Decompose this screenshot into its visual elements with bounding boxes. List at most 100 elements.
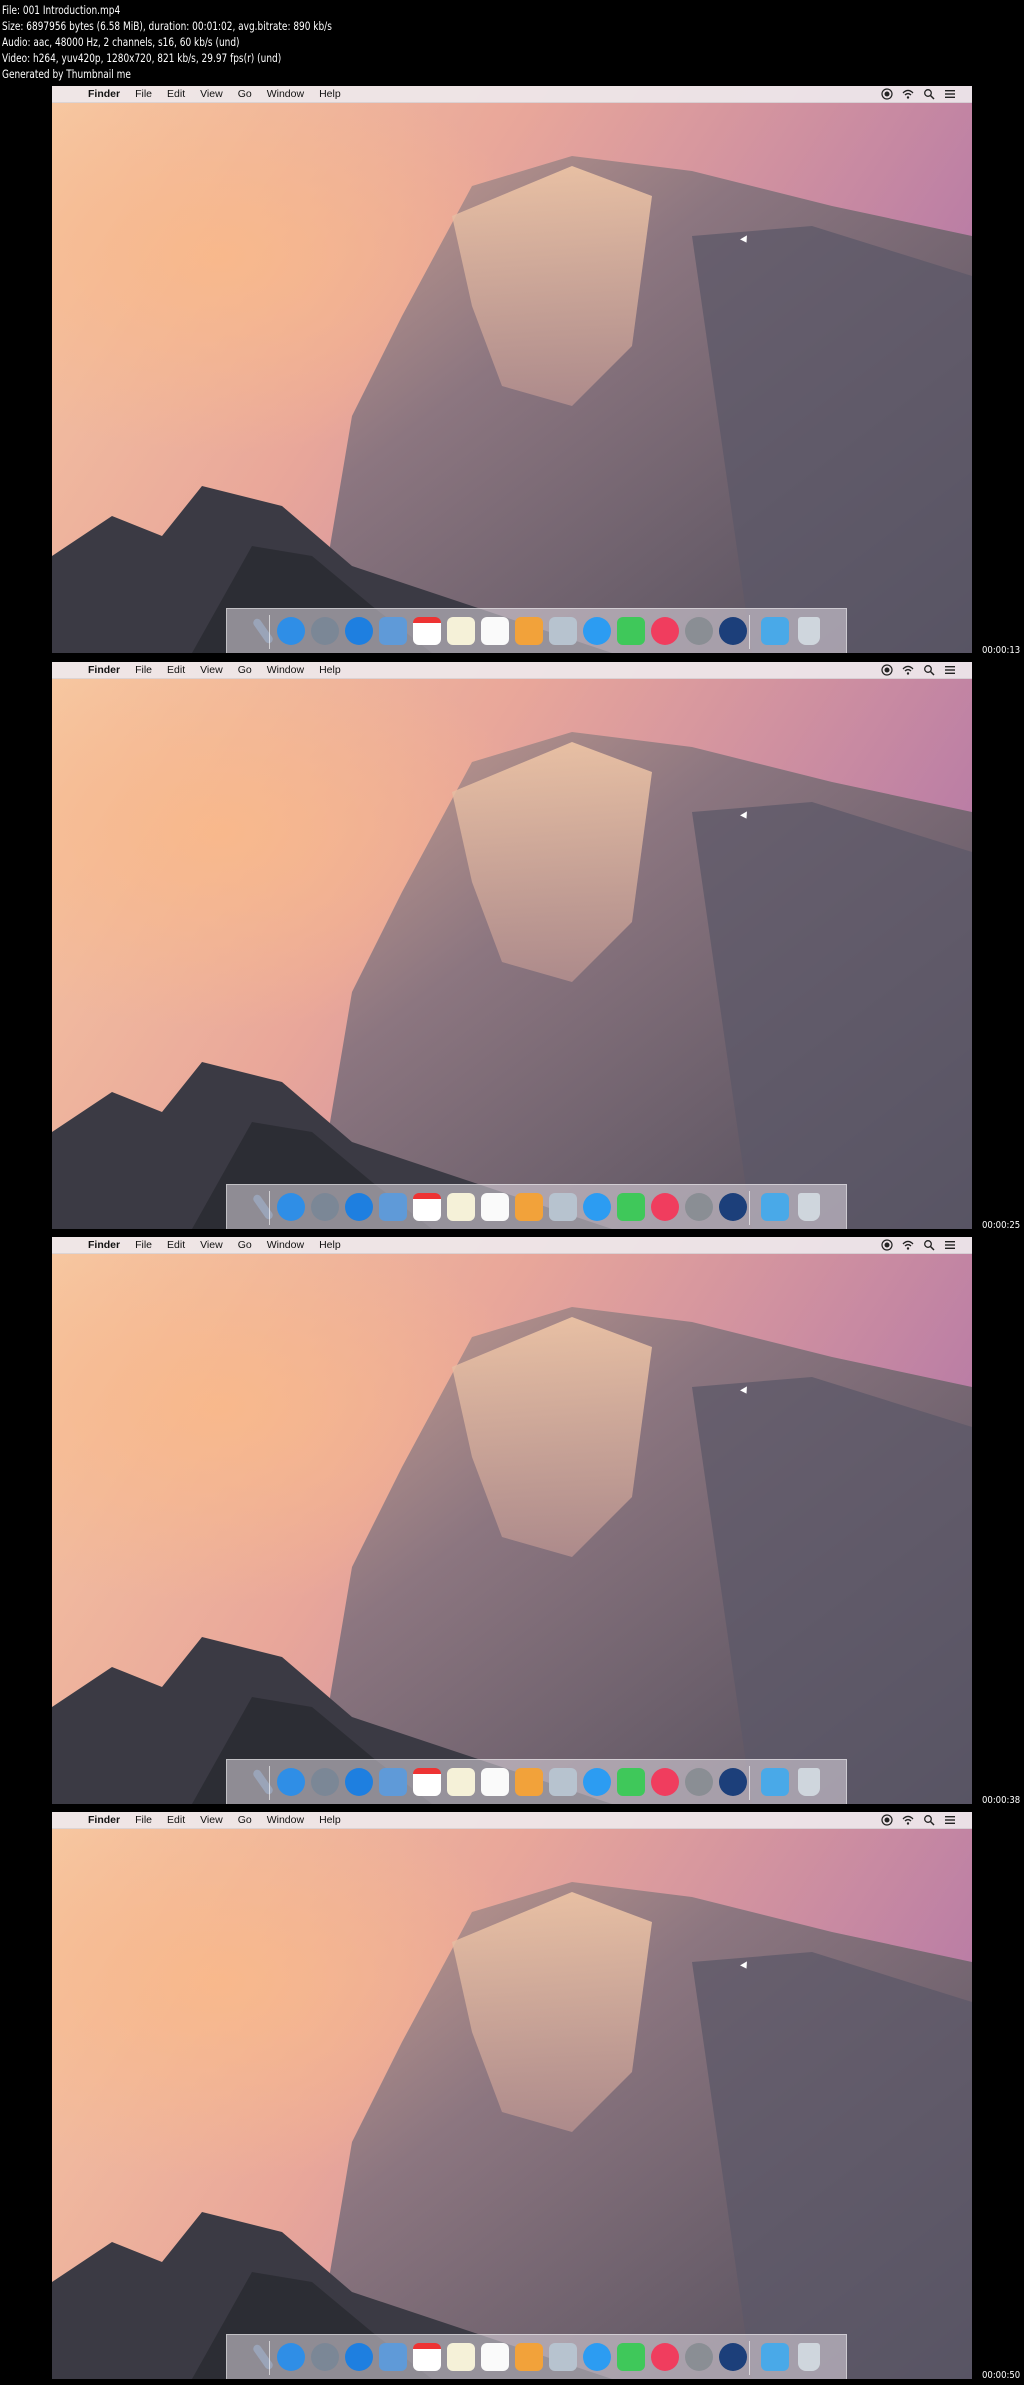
wifi-icon[interactable] <box>902 1814 914 1826</box>
spotlight-search-icon[interactable] <box>923 1814 935 1826</box>
record-icon[interactable] <box>881 88 893 100</box>
dock-itunes-icon[interactable] <box>651 1193 679 1221</box>
dock-utilities-icon[interactable] <box>251 2343 275 2371</box>
wifi-icon[interactable] <box>902 1239 914 1251</box>
dock-trash-icon[interactable] <box>798 2343 820 2371</box>
menu-item-window[interactable]: Window <box>267 1239 304 1251</box>
dock-mail-icon[interactable] <box>379 2343 407 2371</box>
menu-item-window[interactable]: Window <box>267 664 304 676</box>
dock-facetime-icon[interactable] <box>617 1768 645 1796</box>
dock-trash-icon[interactable] <box>798 617 820 645</box>
dock-messages-icon[interactable] <box>583 617 611 645</box>
menu-item-finder[interactable]: Finder <box>88 88 120 100</box>
dock-sketch-icon[interactable] <box>515 1193 543 1221</box>
dock-notes-icon[interactable] <box>447 617 475 645</box>
dock-reminders-icon[interactable] <box>481 2343 509 2371</box>
menu-item-help[interactable]: Help <box>319 664 341 676</box>
menu-item-edit[interactable]: Edit <box>167 664 185 676</box>
dock-trash-icon[interactable] <box>798 1193 820 1221</box>
dock-utilities-icon[interactable] <box>251 1768 275 1796</box>
menu-item-edit[interactable]: Edit <box>167 1814 185 1826</box>
dock-notes-icon[interactable] <box>447 1768 475 1796</box>
menu-item-help[interactable]: Help <box>319 1239 341 1251</box>
dock-launchpad-icon[interactable] <box>311 2343 339 2371</box>
menu-item-finder[interactable]: Finder <box>88 1814 120 1826</box>
dock-mail-icon[interactable] <box>379 1768 407 1796</box>
menu-item-go[interactable]: Go <box>238 1239 252 1251</box>
menu-item-view[interactable]: View <box>200 88 223 100</box>
dock-sketch-icon[interactable] <box>515 2343 543 2371</box>
dock-reminders-icon[interactable] <box>481 1193 509 1221</box>
dock-downloads-folder-icon[interactable] <box>761 1193 789 1221</box>
dock-preview-icon[interactable] <box>549 1768 577 1796</box>
dock-messages-icon[interactable] <box>583 1193 611 1221</box>
dock-system-preferences-icon[interactable] <box>685 617 713 645</box>
dock-reminders-icon[interactable] <box>481 617 509 645</box>
dock-safari-icon[interactable] <box>345 2343 373 2371</box>
notification-center-icon[interactable] <box>944 1239 956 1251</box>
menu-item-go[interactable]: Go <box>238 664 252 676</box>
record-icon[interactable] <box>881 1814 893 1826</box>
dock-launchpad-icon[interactable] <box>311 1193 339 1221</box>
notification-center-icon[interactable] <box>944 664 956 676</box>
spotlight-search-icon[interactable] <box>923 1239 935 1251</box>
dock-safari-icon[interactable] <box>345 1768 373 1796</box>
dock-quicktime-icon[interactable] <box>719 1768 747 1796</box>
dock-downloads-folder-icon[interactable] <box>761 2343 789 2371</box>
menu-item-finder[interactable]: Finder <box>88 664 120 676</box>
record-icon[interactable] <box>881 664 893 676</box>
dock-system-preferences-icon[interactable] <box>685 1768 713 1796</box>
dock-itunes-icon[interactable] <box>651 1768 679 1796</box>
dock-finder-icon[interactable] <box>277 617 305 645</box>
dock-messages-icon[interactable] <box>583 1768 611 1796</box>
menu-item-go[interactable]: Go <box>238 88 252 100</box>
dock-mail-icon[interactable] <box>379 617 407 645</box>
dock-downloads-folder-icon[interactable] <box>761 1768 789 1796</box>
dock-downloads-folder-icon[interactable] <box>761 617 789 645</box>
dock-quicktime-icon[interactable] <box>719 617 747 645</box>
dock-calendar-icon[interactable] <box>413 1768 441 1796</box>
dock-mail-icon[interactable] <box>379 1193 407 1221</box>
menu-item-edit[interactable]: Edit <box>167 88 185 100</box>
dock-safari-icon[interactable] <box>345 1193 373 1221</box>
spotlight-search-icon[interactable] <box>923 664 935 676</box>
menu-item-window[interactable]: Window <box>267 88 304 100</box>
dock-utilities-icon[interactable] <box>251 1193 275 1221</box>
menu-item-help[interactable]: Help <box>319 1814 341 1826</box>
menu-item-file[interactable]: File <box>135 88 152 100</box>
dock-messages-icon[interactable] <box>583 2343 611 2371</box>
menu-item-file[interactable]: File <box>135 1814 152 1826</box>
menu-item-view[interactable]: View <box>200 1239 223 1251</box>
dock-system-preferences-icon[interactable] <box>685 2343 713 2371</box>
wifi-icon[interactable] <box>902 88 914 100</box>
notification-center-icon[interactable] <box>944 1814 956 1826</box>
dock-system-preferences-icon[interactable] <box>685 1193 713 1221</box>
dock-launchpad-icon[interactable] <box>311 617 339 645</box>
menu-item-go[interactable]: Go <box>238 1814 252 1826</box>
dock-itunes-icon[interactable] <box>651 2343 679 2371</box>
dock-preview-icon[interactable] <box>549 1193 577 1221</box>
dock-finder-icon[interactable] <box>277 1768 305 1796</box>
dock-reminders-icon[interactable] <box>481 1768 509 1796</box>
dock-finder-icon[interactable] <box>277 1193 305 1221</box>
dock-quicktime-icon[interactable] <box>719 2343 747 2371</box>
dock-facetime-icon[interactable] <box>617 617 645 645</box>
menu-item-view[interactable]: View <box>200 1814 223 1826</box>
dock-facetime-icon[interactable] <box>617 1193 645 1221</box>
menu-item-help[interactable]: Help <box>319 88 341 100</box>
dock-calendar-icon[interactable] <box>413 2343 441 2371</box>
dock-notes-icon[interactable] <box>447 2343 475 2371</box>
dock-quicktime-icon[interactable] <box>719 1193 747 1221</box>
menu-item-edit[interactable]: Edit <box>167 1239 185 1251</box>
dock-calendar-icon[interactable] <box>413 617 441 645</box>
menu-item-file[interactable]: File <box>135 664 152 676</box>
menu-item-window[interactable]: Window <box>267 1814 304 1826</box>
dock-utilities-icon[interactable] <box>251 617 275 645</box>
dock-finder-icon[interactable] <box>277 2343 305 2371</box>
dock-trash-icon[interactable] <box>798 1768 820 1796</box>
dock-launchpad-icon[interactable] <box>311 1768 339 1796</box>
record-icon[interactable] <box>881 1239 893 1251</box>
dock-sketch-icon[interactable] <box>515 1768 543 1796</box>
wifi-icon[interactable] <box>902 664 914 676</box>
spotlight-search-icon[interactable] <box>923 88 935 100</box>
